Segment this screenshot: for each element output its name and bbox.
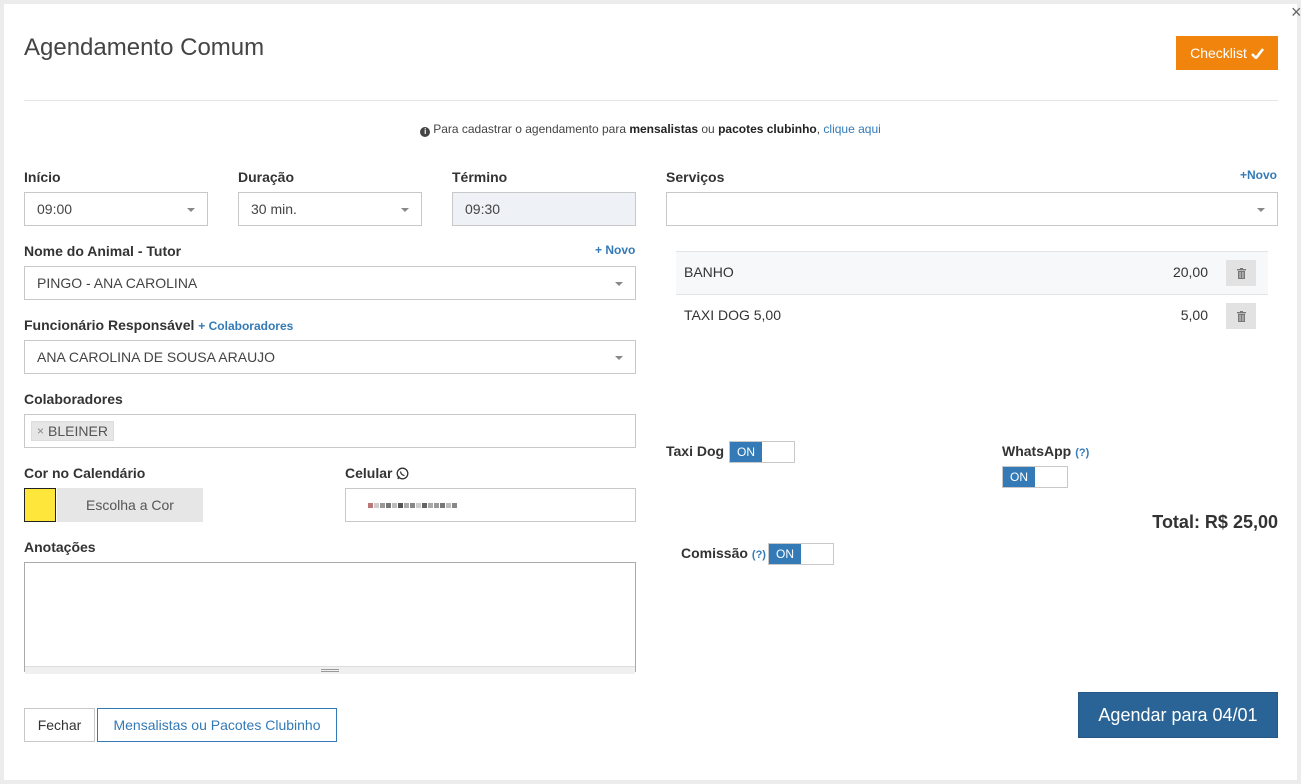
remove-tag-icon[interactable]: × xyxy=(37,424,44,438)
celular-label: Celular xyxy=(345,465,393,481)
whatsapp-toggle[interactable]: ON xyxy=(1002,466,1068,488)
inicio-label: Início xyxy=(24,169,61,185)
notice-text: i Para cadastrar o agendamento para mensa… xyxy=(4,122,1297,137)
funcionario-label-row: Funcionário Responsável + Colaboradores xyxy=(24,317,293,333)
toggle-on-state: ON xyxy=(1003,467,1035,487)
animal-select[interactable]: PINGO - ANA CAROLINA xyxy=(24,266,636,300)
info-icon: i xyxy=(420,127,431,137)
service-name: TAXI DOG 5,00 xyxy=(684,307,781,323)
novo-animal-link[interactable]: + Novo xyxy=(595,243,635,257)
checklist-button[interactable]: Checklist xyxy=(1176,36,1278,70)
inicio-select[interactable]: 09:00 xyxy=(24,192,208,226)
cor-label: Cor no Calendário xyxy=(24,465,146,481)
delete-service-button[interactable] xyxy=(1226,303,1256,329)
duracao-label: Duração xyxy=(238,169,295,185)
caret-down-icon xyxy=(187,208,195,212)
servicos-label: Serviços xyxy=(666,169,725,185)
toggle-on-state: ON xyxy=(730,442,762,462)
mensalistas-button[interactable]: Mensalistas ou Pacotes Clubinho xyxy=(97,708,337,742)
comissao-label: Comissão xyxy=(681,545,748,561)
anotacoes-textarea[interactable] xyxy=(24,562,636,672)
fechar-button[interactable]: Fechar xyxy=(24,708,95,742)
whatsapp-help-icon[interactable]: (?) xyxy=(1075,447,1089,459)
colaboradores-label: Colaboradores xyxy=(24,391,123,407)
caret-down-icon xyxy=(615,356,623,360)
comissao-toggle[interactable]: ON xyxy=(768,543,834,565)
service-row: TAXI DOG 5,00 5,00 xyxy=(676,294,1268,337)
service-row: BANHO 20,00 xyxy=(676,251,1268,294)
termino-field: 09:30 xyxy=(452,192,636,226)
trash-icon xyxy=(1236,267,1246,279)
duracao-select[interactable]: 30 min. xyxy=(238,192,422,226)
checklist-label: Checklist xyxy=(1190,45,1247,61)
funcionario-select[interactable]: ANA CAROLINA DE SOUSA ARAUJO xyxy=(24,340,636,374)
color-picker[interactable]: Escolha a Cor xyxy=(24,488,204,522)
modal-title: Agendamento Comum xyxy=(24,34,265,61)
agendar-button[interactable]: Agendar para 04/01 xyxy=(1078,692,1278,738)
toggle-on-state: ON xyxy=(769,544,801,564)
choose-color-button[interactable]: Escolha a Cor xyxy=(57,488,203,522)
delete-service-button[interactable] xyxy=(1226,260,1256,286)
novo-servico-link[interactable]: +Novo xyxy=(1240,168,1277,182)
appointment-modal: × Agendamento Comum Checklist i Para cada… xyxy=(4,2,1301,780)
colaboradores-multiselect[interactable]: × BLEINER xyxy=(24,414,636,448)
anotacoes-wrapper xyxy=(24,562,636,675)
funcionario-label: Funcionário Responsável xyxy=(24,317,195,333)
caret-down-icon xyxy=(1257,208,1265,212)
anotacoes-label: Anotações xyxy=(24,539,96,555)
grip-icon xyxy=(321,669,339,672)
whatsapp-icon xyxy=(397,467,409,479)
caret-down-icon xyxy=(401,208,409,212)
color-swatch[interactable] xyxy=(24,488,56,522)
animal-label: Nome do Animal - Tutor xyxy=(24,243,182,259)
clique-aqui-link[interactable]: clique aqui xyxy=(823,122,880,136)
celular-label-row: Celular xyxy=(345,465,409,481)
colaboradores-link[interactable]: + Colaboradores xyxy=(198,319,293,333)
total-value: Total: R$ 25,00 xyxy=(1152,512,1278,532)
termino-label: Término xyxy=(452,169,508,185)
masked-phone-image xyxy=(368,502,457,508)
service-name: BANHO xyxy=(684,264,734,280)
celular-input[interactable] xyxy=(345,488,636,522)
service-price: 20,00 xyxy=(1172,264,1208,280)
comissao-label-row: Comissão (?) xyxy=(681,545,766,561)
service-price: 5,00 xyxy=(1180,307,1208,323)
resize-grip[interactable] xyxy=(25,666,635,674)
check-icon xyxy=(1250,47,1264,59)
comissao-help-icon[interactable]: (?) xyxy=(752,549,766,561)
taxi-dog-label: Taxi Dog xyxy=(666,443,725,459)
caret-down-icon xyxy=(615,282,623,286)
servicos-select[interactable] xyxy=(666,192,1278,226)
taxi-dog-toggle[interactable]: ON xyxy=(729,441,795,463)
close-icon[interactable]: × xyxy=(1291,2,1301,22)
collaborator-tag: × BLEINER xyxy=(31,421,114,441)
header-divider xyxy=(24,100,1278,101)
whatsapp-label: WhatsApp xyxy=(1002,443,1072,459)
whatsapp-label-row: WhatsApp (?) xyxy=(1002,443,1089,459)
trash-icon xyxy=(1236,310,1246,322)
